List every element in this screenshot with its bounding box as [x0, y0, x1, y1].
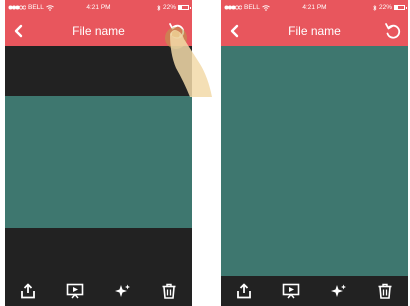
- page-title: File name: [72, 24, 125, 38]
- share-icon: [237, 283, 252, 299]
- viewer-dark-top: [5, 46, 192, 96]
- status-bar: BELL 4:21 PM 22%: [5, 0, 192, 16]
- delete-button[interactable]: [158, 280, 180, 302]
- photo-image[interactable]: [5, 96, 192, 228]
- sparkle-icon: [330, 284, 346, 297]
- navigation-bar: File name: [221, 16, 408, 46]
- status-bar: BELL 4:21 PM 22%: [221, 0, 408, 16]
- slideshow-icon: [282, 283, 300, 299]
- bluetooth-icon: [373, 4, 377, 11]
- enhance-button[interactable]: [111, 280, 133, 302]
- trash-icon: [378, 283, 392, 299]
- slideshow-button[interactable]: [64, 280, 86, 302]
- battery-icon: [394, 5, 407, 10]
- navigation-bar: File name: [5, 16, 192, 46]
- battery-percent: 22%: [162, 4, 176, 11]
- slideshow-icon: [66, 283, 84, 299]
- page-title: File name: [288, 24, 341, 38]
- bluetooth-icon: [157, 4, 161, 11]
- rotate-ccw-icon: [385, 23, 401, 39]
- rotate-button[interactable]: [167, 21, 187, 41]
- bottom-toolbar: [5, 276, 192, 306]
- rotate-button[interactable]: [383, 21, 403, 41]
- share-button[interactable]: [17, 280, 39, 302]
- phone-screen-before: BELL 4:21 PM 22% File name: [5, 0, 192, 306]
- bottom-toolbar: [221, 276, 408, 306]
- share-icon: [21, 283, 36, 299]
- sparkle-icon: [114, 284, 130, 297]
- battery-percent: 22%: [378, 4, 392, 11]
- slideshow-button[interactable]: [280, 280, 302, 302]
- rotate-ccw-icon: [169, 23, 185, 39]
- photo-image-rotated[interactable]: [221, 46, 408, 276]
- trash-icon: [162, 283, 176, 299]
- delete-button[interactable]: [374, 280, 396, 302]
- share-button[interactable]: [233, 280, 255, 302]
- viewer-dark-bottom: [5, 228, 192, 276]
- battery-icon: [178, 5, 191, 10]
- enhance-button[interactable]: [327, 280, 349, 302]
- phone-screen-after: BELL 4:21 PM 22% File name: [221, 0, 408, 306]
